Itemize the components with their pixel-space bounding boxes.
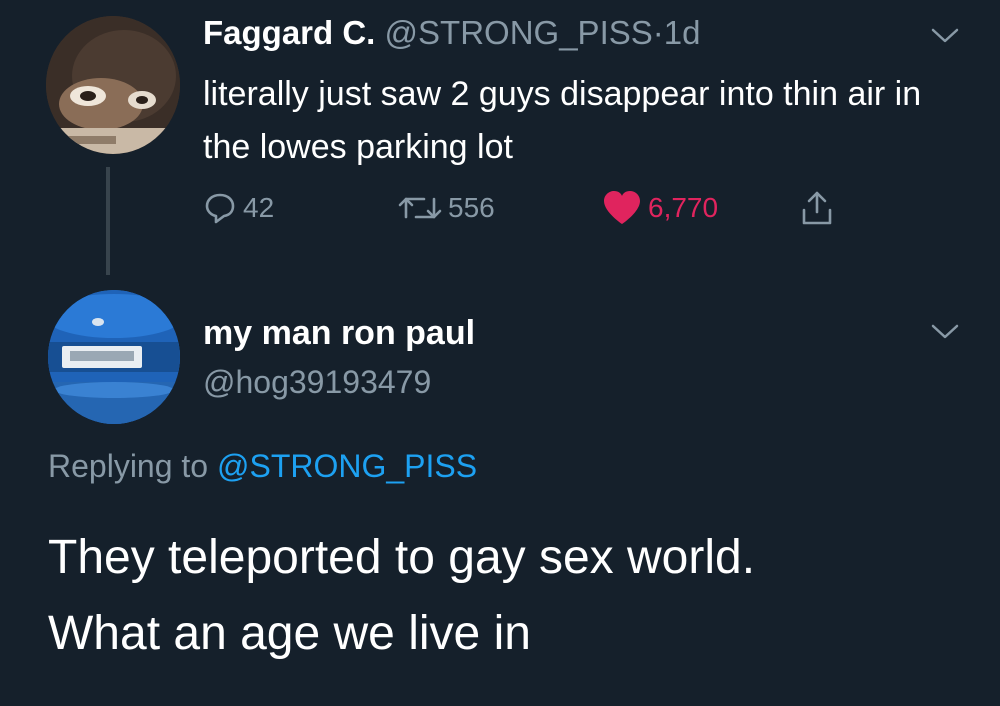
chevron-down-icon[interactable] [930, 322, 960, 342]
replying-to-handle[interactable]: @STRONG_PISS [217, 448, 477, 484]
retweet-action[interactable]: 556 [398, 186, 495, 230]
share-action[interactable] [800, 186, 834, 230]
chevron-down-icon[interactable] [930, 26, 960, 46]
reply-action[interactable]: 42 [203, 186, 274, 230]
tweet-text: literally just saw 2 guys disappear into… [203, 75, 922, 166]
like-action[interactable]: 6,770 [602, 186, 718, 230]
separator: · [652, 14, 664, 51]
replying-to: Replying to @STRONG_PISS [48, 448, 477, 485]
display-name[interactable]: my man ron paul [203, 314, 475, 353]
tweet-text-line: They teleported to gay sex world. [48, 531, 756, 584]
tweet-text: They teleported to gay sex world. What a… [48, 520, 968, 672]
avatar[interactable] [48, 290, 180, 424]
display-name[interactable]: Faggard C. [203, 14, 375, 51]
like-count: 6,770 [648, 192, 719, 223]
reply-count: 42 [243, 192, 275, 223]
handle[interactable]: @hog39193479 [203, 364, 431, 401]
heart-icon [604, 191, 640, 224]
tweet-header: Faggard C. @STRONG_PISS·1d [203, 14, 700, 52]
blue-car-license-plate-avatar-icon [48, 290, 180, 424]
share-icon [802, 191, 832, 225]
retweet-icon [398, 197, 442, 219]
tweet-text-line: What an age we live in [48, 607, 531, 660]
timestamp[interactable]: 1d [664, 14, 701, 51]
avatar[interactable] [46, 16, 180, 154]
tweet-actions: 42 556 6,770 [0, 186, 1000, 230]
retweet-count: 556 [448, 192, 495, 223]
monkey-face-avatar-icon [46, 16, 180, 154]
handle[interactable]: @STRONG_PISS [385, 14, 653, 51]
reply-icon [205, 193, 235, 224]
replying-to-label: Replying to [48, 448, 209, 484]
